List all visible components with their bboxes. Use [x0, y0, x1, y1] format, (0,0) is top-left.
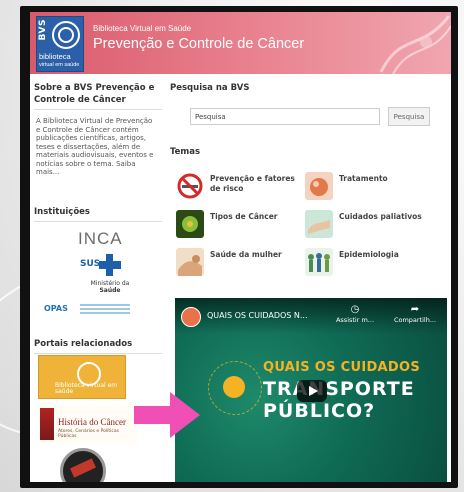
ministerio-line2: Saúde	[99, 287, 121, 294]
portal-seal-logo[interactable]	[60, 448, 106, 482]
tema-label: Prevenção e fatores de risco	[210, 174, 295, 193]
logo-word: biblioteca	[39, 52, 71, 61]
about-title: Sobre a BVS Prevenção e Controle de Cânc…	[34, 82, 162, 110]
tema-label: Saúde da mulher	[210, 250, 282, 259]
channel-avatar[interactable]	[181, 307, 201, 327]
pink-arrow-icon	[134, 392, 200, 438]
ministerio-line1: Ministério da	[90, 280, 130, 287]
site-header: BVS biblioteca virtual em saúde Bibliote…	[30, 12, 451, 74]
no-smoking-icon	[176, 172, 204, 200]
portal-historia-sub: Atores, Cenários e Políticas Públicas	[58, 429, 119, 439]
tema-tipos[interactable]: Tipos de Câncer	[176, 210, 306, 240]
header-decoration-icon	[379, 15, 451, 74]
portal-bvs-banner[interactable]: Biblioteca virtual em saúde	[38, 355, 126, 399]
tema-mulher[interactable]: Saúde da mulher	[176, 248, 306, 278]
logo-text: biblioteca virtual em saúde	[39, 53, 79, 69]
logo-letters: BVS	[38, 19, 48, 41]
play-button[interactable]	[297, 380, 327, 402]
sidebar-about: Sobre a BVS Prevenção e Controle de Cânc…	[34, 82, 162, 177]
share-label: Compartilh...	[393, 316, 437, 324]
video-headline-line-2: TRANSPORTE	[263, 378, 415, 400]
institutions-title: Instituições	[34, 206, 162, 222]
tema-prevencao[interactable]: Prevenção e fatores de risco	[176, 172, 306, 202]
site-title[interactable]: Prevenção e Controle de Câncer	[93, 36, 304, 52]
sus-text: SUS	[80, 259, 101, 269]
tema-epidemiologia[interactable]: Epidemiologia	[305, 248, 435, 278]
cell-icon	[176, 210, 204, 238]
ministerio-logo[interactable]: Ministério da Saúde	[80, 280, 140, 294]
site-subtitle: Biblioteca Virtual em Saúde	[93, 24, 192, 33]
portal-historia-title: História do Câncer	[58, 417, 126, 427]
search-button[interactable]: Pesquisa	[388, 107, 430, 126]
treatment-icon	[305, 172, 333, 200]
portal-bvs-text: Biblioteca virtual em saúde	[55, 382, 118, 395]
opas-lines	[80, 304, 130, 306]
web-page: BVS biblioteca virtual em saúde Bibliote…	[30, 12, 451, 482]
tema-label: Tratamento	[339, 174, 388, 183]
seal-band-icon	[70, 458, 96, 478]
video-headline-1: QUAIS OS CUIDADOS	[263, 360, 421, 375]
tema-label: Tipos de Câncer	[210, 212, 278, 221]
logo-sub: virtual em saúde	[39, 62, 80, 68]
people-icon	[305, 248, 333, 276]
tema-cuidados[interactable]: Cuidados paliativos	[305, 210, 435, 240]
share-icon: ➦	[410, 304, 420, 315]
video-headline-2: TRANSPORTE PÚBLICO?	[263, 378, 415, 422]
clock-icon: ◷	[350, 304, 360, 315]
tema-tratamento[interactable]: Tratamento	[305, 172, 435, 202]
search-title: Pesquisa na BVS	[170, 83, 250, 93]
share-button[interactable]: ➦ Compartilh...	[387, 304, 443, 324]
temas-title: Temas	[170, 147, 201, 157]
woman-icon	[176, 248, 204, 276]
watch-later-label: Assistir m...	[335, 316, 375, 324]
inca-logo[interactable]: INCA	[78, 229, 123, 249]
search-input[interactable]: Pesquisa	[190, 108, 380, 125]
watch-later-button[interactable]: ◷ Assistir m...	[335, 304, 375, 324]
portals-title: Portais relacionados	[34, 338, 162, 354]
sun-icon	[223, 376, 245, 398]
about-text[interactable]: A Biblioteca Virtual de Prevenção e Cont…	[36, 117, 158, 177]
opas-logo[interactable]: OPAS	[44, 302, 140, 320]
video-headline-line-3: PÚBLICO?	[263, 400, 376, 422]
logo-circle-icon	[52, 21, 80, 49]
portal-historia-banner[interactable]: História do Câncer Atores, Cenários e Po…	[38, 404, 138, 444]
tema-label: Epidemiologia	[339, 250, 399, 259]
tema-label: Cuidados paliativos	[339, 212, 422, 221]
sus-cross-bar	[99, 261, 121, 269]
video-title[interactable]: QUAIS OS CUIDADOS N...	[207, 311, 308, 320]
video-player[interactable]: QUAIS OS CUIDADOS N... ◷ Assistir m... ➦…	[175, 298, 447, 482]
bvs-logo[interactable]: BVS biblioteca virtual em saúde	[36, 16, 84, 72]
hands-icon	[305, 210, 333, 238]
opas-text: OPAS	[44, 304, 68, 313]
sus-logo[interactable]: SUS	[80, 254, 124, 276]
historia-book-icon	[40, 408, 54, 440]
